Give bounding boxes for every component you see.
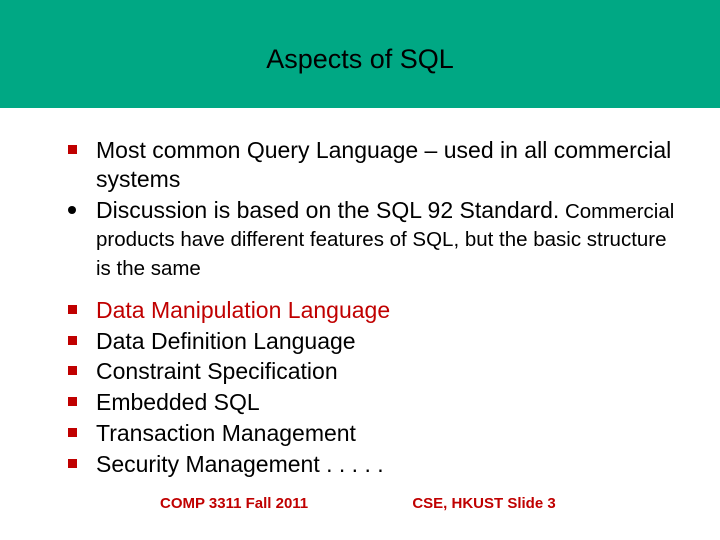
bullet-text-main: Discussion is based on the SQL 92 Standa…	[96, 197, 559, 223]
bullet-text: Transaction Management	[96, 420, 356, 446]
slide-title: Aspects of SQL	[266, 44, 454, 75]
bullet-text: Security Management . . . . .	[96, 451, 384, 477]
bullet-text: Data Manipulation Language	[96, 297, 390, 323]
bullet-text: Embedded SQL	[96, 389, 260, 415]
slide: Aspects of SQL Most common Query Languag…	[0, 0, 720, 540]
bullet-text: Data Definition Language	[96, 328, 356, 354]
footer-slide-number: CSE, HKUST Slide 3	[412, 495, 555, 512]
list-item: Data Manipulation Language	[50, 296, 680, 325]
list-item: Constraint Specification	[50, 357, 680, 386]
list-item: Data Definition Language	[50, 327, 680, 356]
list-item: Transaction Management	[50, 419, 680, 448]
list-item: Most common Query Language – used in all…	[50, 136, 680, 194]
slide-footer: COMP 3311 Fall 2011 CSE, HKUST Slide 3	[0, 495, 720, 512]
footer-course: COMP 3311 Fall 2011	[160, 495, 308, 512]
list-item: Security Management . . . . .	[50, 450, 680, 479]
list-item: Embedded SQL	[50, 388, 680, 417]
bullet-list-2: Data Manipulation Language Data Definiti…	[50, 296, 680, 479]
bullet-list-1: Most common Query Language – used in all…	[50, 136, 680, 282]
bullet-text: Constraint Specification	[96, 358, 338, 384]
title-bar: Aspects of SQL	[0, 0, 720, 108]
bullet-text: Most common Query Language – used in all…	[96, 137, 671, 192]
content-area: Most common Query Language – used in all…	[0, 108, 720, 478]
list-item: Discussion is based on the SQL 92 Standa…	[50, 196, 680, 282]
